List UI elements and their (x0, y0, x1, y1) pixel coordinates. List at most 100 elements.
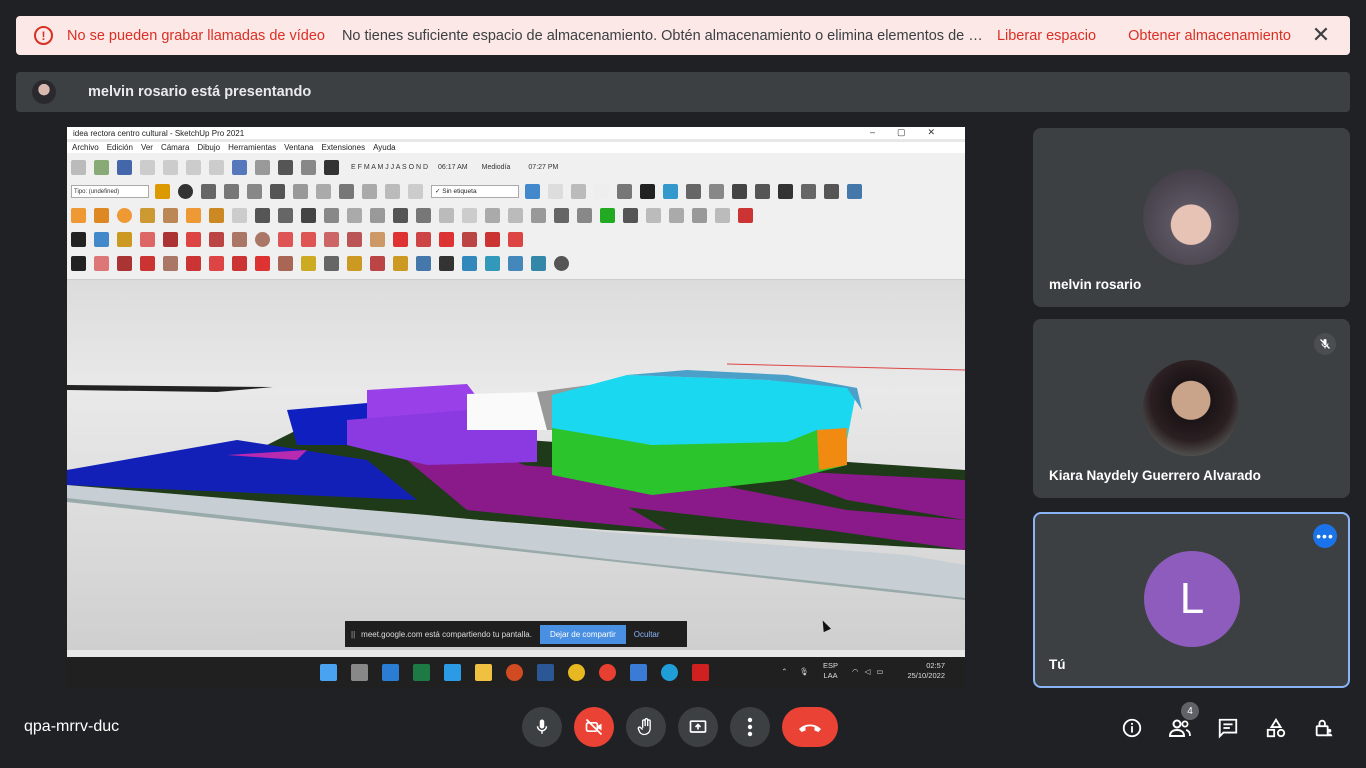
toolbar-row-2: Tipo: (undefined) ✓ Sin etiqueta (71, 180, 870, 202)
tag-dropdown: ✓ Sin etiqueta (431, 184, 519, 198)
host-controls-button[interactable] (1309, 713, 1339, 743)
shadow-time-mid: Mediodía (481, 163, 511, 171)
camera-off-icon (585, 718, 603, 736)
chrome-alt-icon (599, 664, 616, 681)
autocad-icon (692, 664, 709, 681)
tray-date: 25/10/2022 (907, 671, 945, 680)
chat-button[interactable] (1213, 713, 1243, 743)
leave-call-button[interactable] (782, 707, 838, 747)
participant-tile-self[interactable]: ••• L Tú (1033, 512, 1350, 688)
share-notice-text: meet.google.com está compartiendo tu pan… (361, 629, 532, 639)
hand-icon (637, 718, 651, 736)
lock-person-icon (1315, 719, 1333, 737)
tray-lang-1: ESP (823, 661, 839, 670)
mic-icon (536, 719, 548, 734)
tray-time: 02:57 (926, 661, 945, 670)
people-icon (1168, 719, 1191, 737)
type-dropdown: Tipo: (undefined) (71, 184, 149, 198)
shapes-icon (1266, 718, 1286, 738)
tray-clock: 02:57 25/10/2022 (907, 661, 945, 681)
more-options-icon[interactable]: ••• (1313, 524, 1337, 548)
mic-off-icon (1314, 333, 1336, 355)
sketchup-menu-bar: Archivo Edición Ver Cámara Dibujo Herram… (67, 142, 965, 153)
end-call-icon (799, 724, 821, 732)
menu-herramientas: Herramientas (228, 143, 277, 152)
menu-ayuda: Ayuda (373, 143, 396, 152)
shared-screen: idea rectora centro cultural - SketchUp … (67, 127, 965, 688)
shadow-time-end: 07:27 PM (528, 163, 559, 171)
task-view-icon (351, 664, 368, 681)
presenter-avatar (32, 80, 56, 104)
participant-photo (1143, 169, 1239, 265)
toolbar-row-4 (71, 228, 531, 250)
participant-tile-kiara[interactable]: Kiara Naydely Guerrero Alvarado (1033, 319, 1350, 498)
participants-button[interactable]: 4 (1165, 702, 1199, 743)
hide-notice-button[interactable]: Ocultar (634, 630, 660, 639)
banner-title: No se pueden grabar llamadas de vídeo (67, 27, 325, 44)
shadow-months: E F M A M J J A S O N D (351, 163, 429, 171)
toolbar-row-5 (71, 252, 577, 274)
present-icon (689, 720, 707, 733)
chrome-icon (568, 664, 585, 681)
tray-mic-icon: 🎙 (799, 666, 810, 676)
participant-count-badge: 4 (1181, 702, 1199, 720)
windows-start-icon (320, 664, 337, 681)
close-icon[interactable]: ✕ (1310, 24, 1332, 46)
banner-message: No tienes suficiente espacio de almacena… (341, 27, 987, 44)
present-screen-button[interactable] (678, 707, 718, 747)
participant-name: Tú (1049, 657, 1066, 672)
activities-button[interactable] (1261, 713, 1291, 743)
tray-chevron-icon: ⌃ (781, 666, 788, 676)
menu-camara: Cámara (160, 143, 190, 152)
meeting-details-button[interactable] (1117, 713, 1147, 743)
stop-sharing-button[interactable]: Dejar de compartir (539, 624, 626, 644)
alert-icon: ! (34, 26, 53, 45)
windows-taskbar: ⌃ 🎙 ESP LAA ◠ ◁ ▭ 02:57 25/10/2022 (67, 657, 965, 688)
tray-lang-2: LAA (823, 671, 838, 680)
mic-button[interactable] (522, 707, 562, 747)
raise-hand-button[interactable] (626, 707, 666, 747)
presenter-label: melvin rosario está presentando (88, 84, 312, 100)
menu-edicion: Edición (106, 143, 133, 152)
menu-ventana: Ventana (284, 143, 314, 152)
more-options-button[interactable] (730, 707, 770, 747)
toolbar-row-3 (71, 204, 761, 226)
side-controls: 4 (1117, 702, 1357, 743)
drag-grip-icon[interactable]: || (351, 630, 355, 639)
free-space-link[interactable]: Liberar espacio (997, 28, 1096, 44)
sketchup-toolbars: E F M A M J J A S O N D 06:17 AM Mediodí… (67, 153, 965, 280)
model-drawing (67, 363, 965, 600)
powerpoint-icon (506, 664, 523, 681)
tray-wifi-icon: ◠ (852, 666, 859, 676)
screen-share-notice: || meet.google.com está compartiendo tu … (345, 621, 687, 647)
tray-language: ESP LAA (823, 661, 838, 681)
system-tray: ⌃ 🎙 ESP LAA ◠ ◁ ▭ 02:57 25/10/2022 (781, 661, 945, 681)
shadow-time-start: 06:17 AM (438, 163, 468, 171)
excel-icon (413, 664, 430, 681)
participant-tile-melvin[interactable]: melvin rosario (1033, 128, 1350, 307)
menu-dibujo: Dibujo (197, 143, 221, 152)
call-controls (522, 707, 850, 747)
edge-icon (661, 664, 678, 681)
participant-photo (1143, 360, 1239, 456)
taskbar-apps (320, 664, 723, 681)
get-storage-link[interactable]: Obtener almacenamiento (1128, 28, 1291, 44)
sketchup-window-title: idea rectora centro cultural - SketchUp … (73, 128, 245, 138)
word-icon (537, 664, 554, 681)
participant-name: melvin rosario (1049, 277, 1142, 292)
tray-battery-icon: ▭ (876, 666, 884, 676)
meeting-code: qpa-mrrv-duc (24, 718, 120, 735)
chat-icon (1218, 718, 1238, 739)
presenter-bar: melvin rosario está presentando (16, 72, 1350, 112)
sketchup-icon (630, 664, 647, 681)
mail-icon (382, 664, 399, 681)
camera-off-button[interactable] (574, 707, 614, 747)
folder-icon (475, 664, 492, 681)
storage-warning-banner: ! No se pueden grabar llamadas de vídeo … (16, 16, 1350, 55)
app-l-icon (444, 664, 461, 681)
menu-archivo: Archivo (72, 143, 99, 152)
menu-extensiones: Extensiones (321, 143, 366, 152)
vertical-dots-icon (747, 717, 753, 737)
participant-name: Kiara Naydely Guerrero Alvarado (1049, 468, 1261, 483)
sketchup-3d-viewport[interactable] (67, 280, 965, 650)
